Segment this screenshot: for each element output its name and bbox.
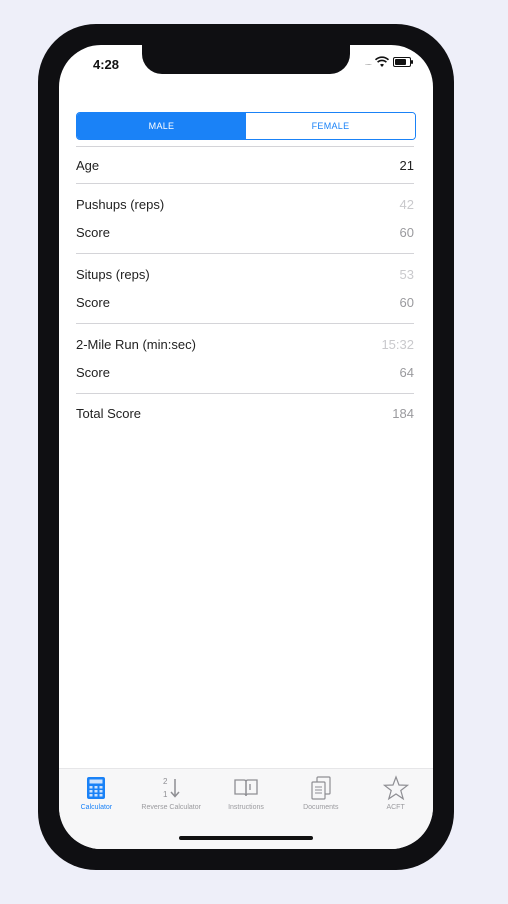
tab-calculator[interactable]: Calculator (59, 775, 133, 811)
calculator-icon (87, 777, 106, 799)
tab-instructions-label: Instructions (228, 804, 264, 811)
situps-score-label: Score (76, 294, 110, 310)
age-row[interactable]: Age 21 (76, 147, 414, 183)
documents-icon (311, 776, 331, 800)
score-list: Age 21 Pushups (reps) 42 Score 60 Situps… (76, 146, 414, 432)
age-label: Age (76, 157, 100, 173)
total-score-value: 184 (392, 405, 414, 421)
run-score-label: Score (76, 364, 110, 380)
signal-icon: ..... (364, 57, 372, 67)
tab-calculator-label: Calculator (80, 804, 113, 811)
segment-male[interactable]: MALE (77, 113, 246, 139)
run-row[interactable]: 2-Mile Run (min:sec) 15:32 (76, 330, 414, 358)
screen: 4:28 ..... MALE FEMALE Age 21 Pushups (r (59, 45, 433, 849)
run-score-value: 64 (399, 364, 414, 380)
home-indicator[interactable] (179, 836, 313, 840)
book-icon (234, 779, 258, 797)
sort-descending-icon: 2 1 (163, 777, 180, 799)
tab-reverse-calculator-label: Reverse Calculator (141, 804, 201, 811)
total-score-label: Total Score (76, 405, 142, 421)
situps-label: Situps (reps) (76, 266, 150, 282)
run-input[interactable]: 15:32 (381, 337, 414, 352)
tab-acft[interactable]: ACFT (359, 775, 433, 811)
svg-text:2: 2 (163, 777, 168, 786)
pushups-label: Pushups (reps) (76, 196, 165, 212)
status-time: 4:28 (93, 57, 120, 72)
star-icon (382, 775, 409, 801)
pushups-score-value: 60 (399, 224, 414, 240)
tab-instructions[interactable]: Instructions (209, 775, 283, 811)
situps-row[interactable]: Situps (reps) 53 (76, 260, 414, 288)
svg-text:1: 1 (163, 790, 168, 799)
pushups-row[interactable]: Pushups (reps) 42 (76, 190, 414, 218)
tab-documents[interactable]: Documents (284, 775, 358, 811)
phone-frame: 4:28 ..... MALE FEMALE Age 21 Pushups (r (38, 24, 454, 870)
status-icons: ..... (364, 56, 413, 68)
battery-icon (393, 57, 413, 67)
tab-reverse-calculator[interactable]: 2 1 Reverse Calculator (134, 775, 208, 811)
run-label: 2-Mile Run (min:sec) (76, 336, 196, 352)
age-value[interactable]: 21 (400, 158, 414, 173)
pushups-score-label: Score (76, 224, 110, 240)
situps-score-value: 60 (399, 294, 414, 310)
tab-documents-label: Documents (303, 804, 339, 811)
total-score-row: Total Score 184 (76, 394, 414, 432)
situps-score-row: Score 60 (76, 288, 414, 316)
tab-acft-label: ACFT (386, 804, 405, 811)
notch (142, 45, 350, 74)
pushups-score-row: Score 60 (76, 218, 414, 246)
wifi-icon (375, 56, 389, 67)
run-score-row: Score 64 (76, 358, 414, 386)
gender-segmented-control: MALE FEMALE (76, 112, 416, 140)
segment-female[interactable]: FEMALE (246, 113, 415, 139)
pushups-input[interactable]: 42 (400, 197, 414, 212)
situps-input[interactable]: 53 (400, 267, 414, 282)
